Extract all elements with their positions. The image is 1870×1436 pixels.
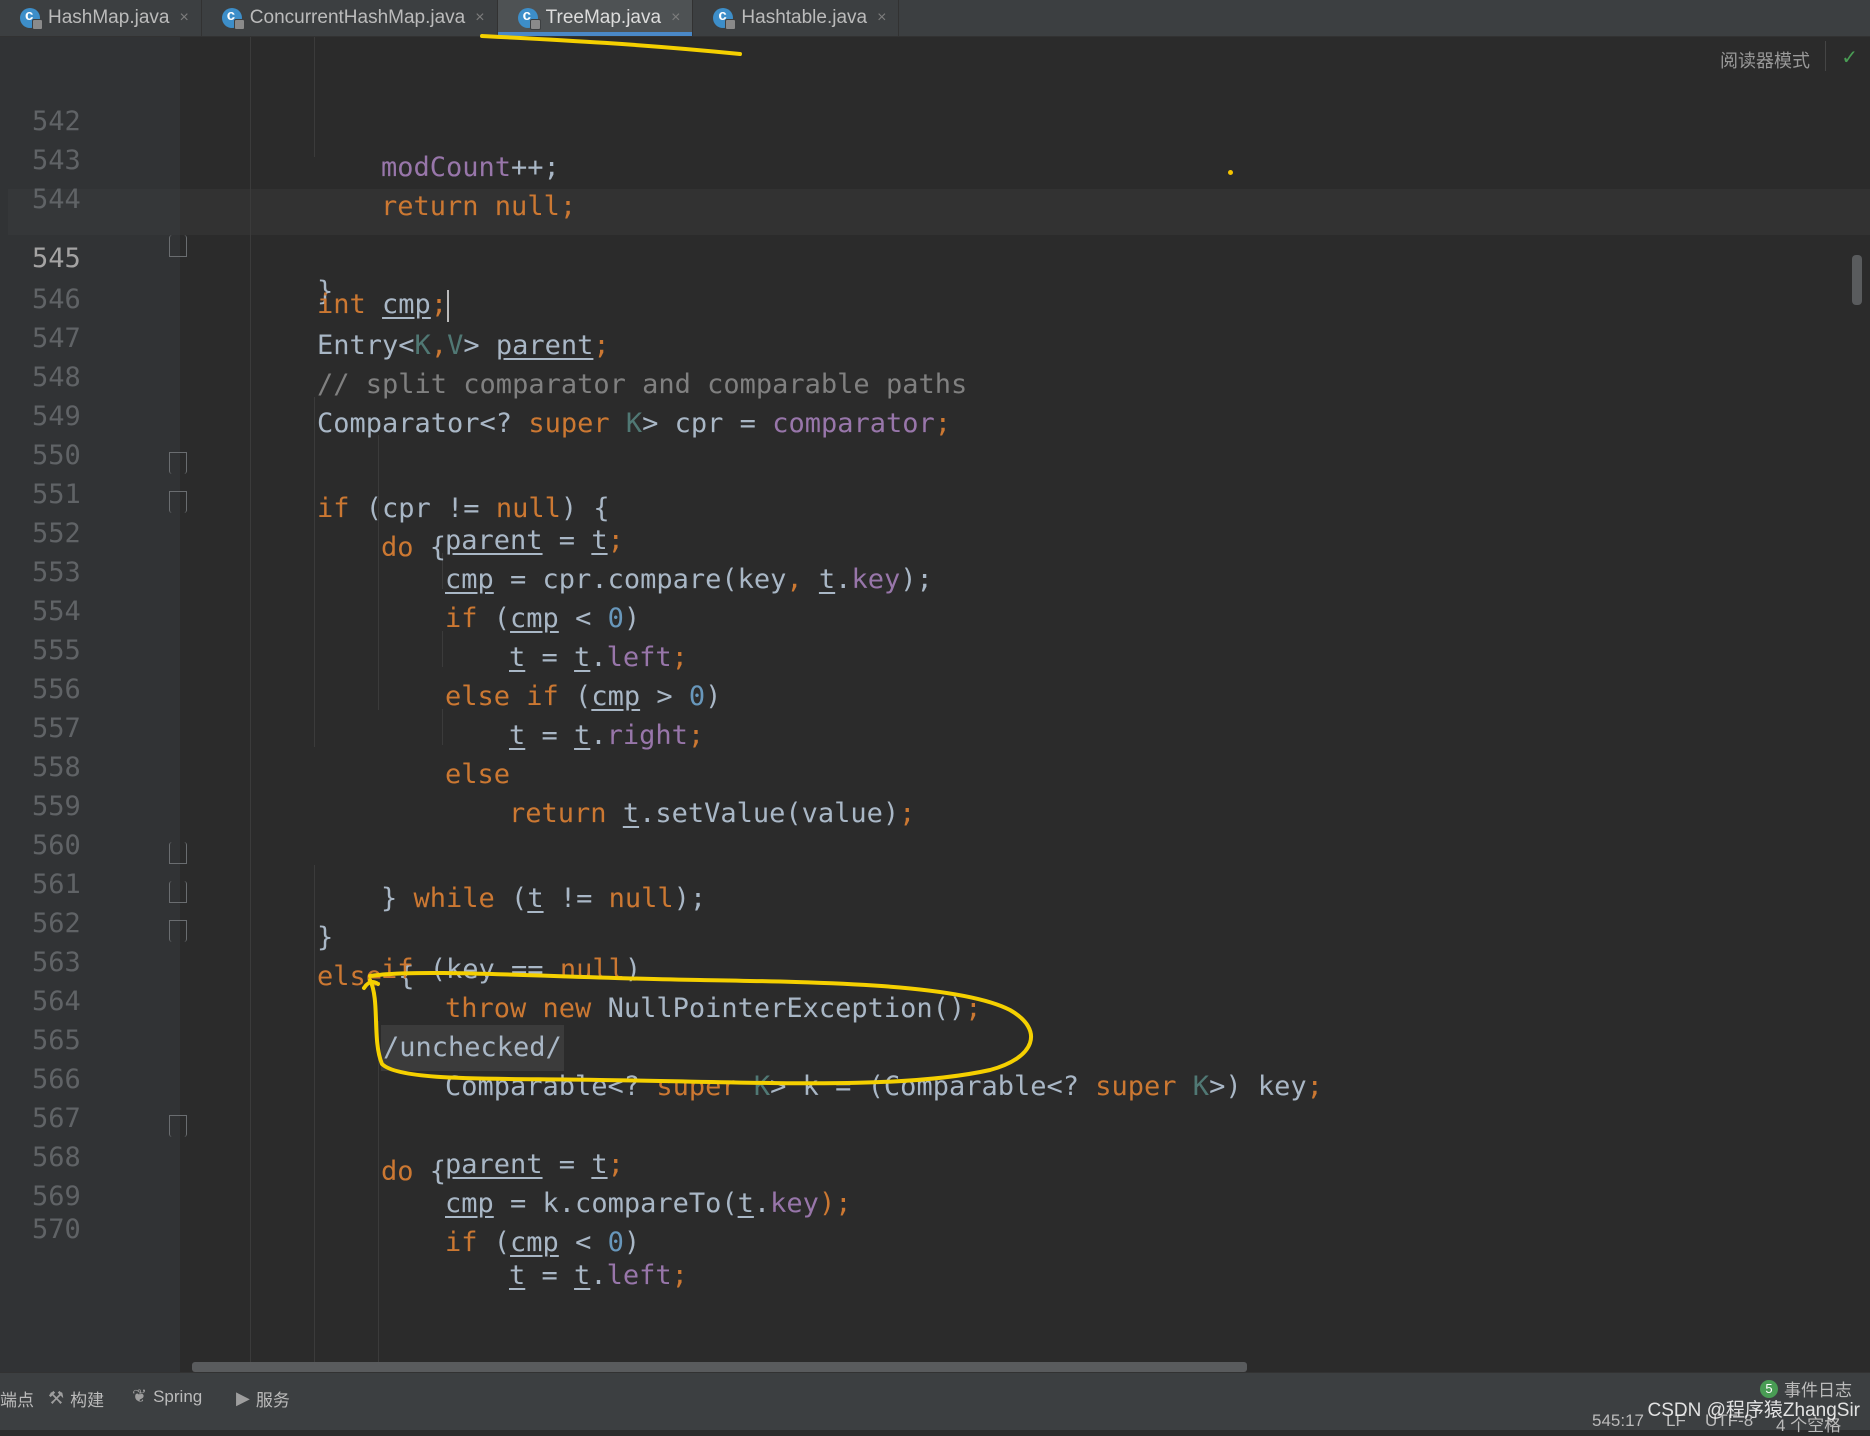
status-bar: 端点 ⚒ 构建 ❦ Spring ▶ 服务 5 事件日志 545:17 LF U…: [0, 1372, 1870, 1435]
watermark: CSDN @程序猿ZhangSir: [1647, 1400, 1861, 1421]
tab-treemap[interactable]: TreeMap.java ×: [497, 0, 694, 36]
tab-label: Hashtable.java: [741, 7, 868, 28]
caret-position[interactable]: 545:17: [1592, 1411, 1644, 1431]
services-label: 服务: [255, 1391, 290, 1410]
code-line-current: 545 int cmp;: [0, 190, 1870, 322]
tab-concurrenthashmap[interactable]: ConcurrentHashMap.java ×: [202, 0, 498, 36]
build-tool[interactable]: ⚒ 构建: [48, 1386, 104, 1411]
tab-label: HashMap.java: [48, 7, 170, 28]
java-class-icon: [221, 7, 245, 30]
tab-hashmap[interactable]: HashMap.java ×: [0, 0, 202, 36]
code-editor[interactable]: 阅读器模式 ✓ 542 modCount++; 543 return null;…: [0, 37, 1870, 1372]
code-line: 544 }: [0, 131, 1870, 307]
close-icon[interactable]: ×: [475, 9, 484, 27]
services-tool[interactable]: ▶ 服务: [236, 1386, 290, 1411]
spring-label: Spring: [153, 1386, 203, 1406]
services-icon: ▶: [236, 1388, 250, 1409]
breakpoints-tool[interactable]: 端点: [0, 1386, 34, 1411]
editor-tab-bar: HashMap.java × ConcurrentHashMap.java × …: [0, 0, 1870, 37]
java-class-icon: [517, 7, 541, 30]
java-class-icon: [20, 7, 43, 30]
spring-leaf-icon: ❦: [132, 1386, 148, 1407]
tab-hashtable[interactable]: Hashtable.java ×: [693, 0, 900, 36]
tab-label: ConcurrentHashMap.java: [249, 7, 466, 28]
code-text: t = t.left;: [509, 1260, 688, 1291]
spring-tool[interactable]: ❦ Spring: [132, 1386, 202, 1407]
close-icon[interactable]: ×: [179, 9, 188, 27]
breakpoints-label: 端点: [0, 1391, 34, 1410]
horizontal-scrollbar[interactable]: [192, 1362, 1247, 1372]
tab-label: TreeMap.java: [545, 7, 662, 28]
java-class-icon: [713, 7, 737, 30]
code-line: 570 t = t.left;: [0, 1161, 1870, 1291]
hammer-icon: ⚒: [48, 1388, 65, 1409]
line-number: 570: [32, 1214, 81, 1245]
close-icon[interactable]: ×: [671, 9, 680, 27]
close-icon[interactable]: ×: [877, 9, 886, 27]
vertical-scrollbar[interactable]: [1852, 255, 1862, 305]
build-label: 构建: [70, 1391, 105, 1410]
